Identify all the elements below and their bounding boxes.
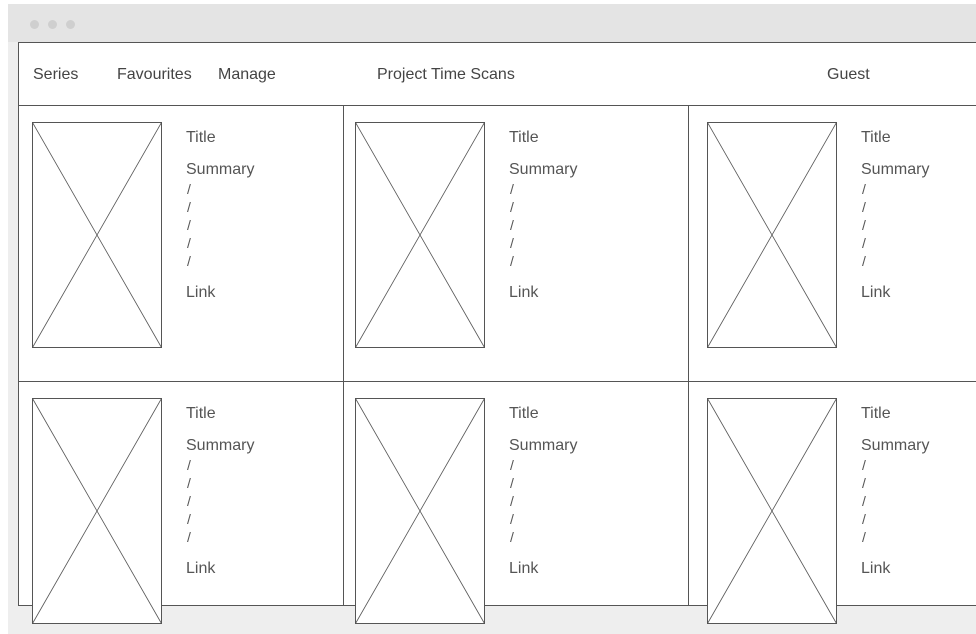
summary-line: / <box>862 511 866 527</box>
summary-line: / <box>510 475 514 491</box>
summary-line: / <box>510 235 514 251</box>
summary-line: / <box>187 493 191 509</box>
summary-line: / <box>510 511 514 527</box>
summary-line: / <box>510 457 514 473</box>
summary-line: / <box>187 253 191 269</box>
summary-line: / <box>862 475 866 491</box>
grid-divider-vertical <box>343 106 344 605</box>
top-nav-bar: Series Favourites Manage Project Time Sc… <box>19 43 976 106</box>
card-link[interactable]: Link <box>509 560 538 578</box>
image-placeholder-icon <box>32 398 162 624</box>
summary-line: / <box>510 199 514 215</box>
summary-line: / <box>510 529 514 545</box>
card-link[interactable]: Link <box>186 284 215 302</box>
summary-line: / <box>187 217 191 233</box>
summary-line: / <box>862 457 866 473</box>
card-title: Title <box>861 405 891 422</box>
summary-line: / <box>862 235 866 251</box>
summary-line: / <box>862 529 866 545</box>
card-summary: Summary <box>509 161 578 178</box>
summary-line: / <box>862 493 866 509</box>
image-placeholder-icon <box>355 398 485 624</box>
window-minimize-dot[interactable] <box>48 20 57 29</box>
summary-line: / <box>187 511 191 527</box>
summary-line: / <box>862 217 866 233</box>
image-placeholder-icon <box>32 122 162 348</box>
grid-divider-horizontal <box>19 381 976 382</box>
nav-manage-link[interactable]: Manage <box>218 66 276 84</box>
summary-line: / <box>187 235 191 251</box>
card-title: Title <box>186 129 216 146</box>
card-summary: Summary <box>186 437 255 454</box>
window-maximize-dot[interactable] <box>66 20 75 29</box>
card-title: Title <box>186 405 216 422</box>
card-summary: Summary <box>861 161 930 178</box>
summary-line: / <box>187 529 191 545</box>
image-placeholder-icon <box>707 398 837 624</box>
grid-divider-vertical <box>688 106 689 605</box>
card-title: Title <box>509 405 539 422</box>
user-account-link[interactable]: Guest <box>827 66 870 84</box>
summary-line: / <box>862 253 866 269</box>
summary-line: / <box>510 217 514 233</box>
window-titlebar <box>8 4 976 42</box>
summary-line: / <box>187 181 191 197</box>
summary-line: / <box>862 181 866 197</box>
nav-favourites-link[interactable]: Favourites <box>117 66 192 84</box>
summary-line: / <box>510 253 514 269</box>
image-placeholder-icon <box>707 122 837 348</box>
card-link[interactable]: Link <box>861 560 890 578</box>
card-link[interactable]: Link <box>861 284 890 302</box>
page-content: Series Favourites Manage Project Time Sc… <box>18 42 976 624</box>
card-summary: Summary <box>186 161 255 178</box>
card-summary: Summary <box>509 437 578 454</box>
browser-window: Series Favourites Manage Project Time Sc… <box>8 4 976 634</box>
summary-line: / <box>187 457 191 473</box>
summary-line: / <box>510 181 514 197</box>
card-link[interactable]: Link <box>186 560 215 578</box>
summary-line: / <box>510 493 514 509</box>
image-placeholder-icon <box>355 122 485 348</box>
nav-series-link[interactable]: Series <box>33 66 78 84</box>
card-summary: Summary <box>861 437 930 454</box>
card-title: Title <box>861 129 891 146</box>
summary-line: / <box>862 199 866 215</box>
card-title: Title <box>509 129 539 146</box>
summary-line: / <box>187 199 191 215</box>
summary-line: / <box>187 475 191 491</box>
card-link[interactable]: Link <box>509 284 538 302</box>
page-title: Project Time Scans <box>377 66 515 83</box>
window-close-dot[interactable] <box>30 20 39 29</box>
